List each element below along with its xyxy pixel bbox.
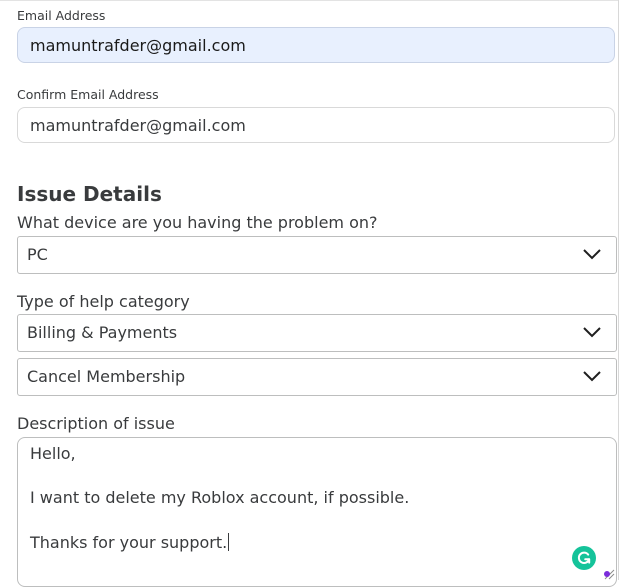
chevron-down-icon bbox=[583, 327, 601, 338]
device-question-label: What device are you having the problem o… bbox=[17, 213, 378, 232]
description-textarea[interactable]: Hello, I want to delete my Roblox accoun… bbox=[17, 437, 617, 587]
device-select[interactable]: PC bbox=[17, 236, 617, 274]
description-label: Description of issue bbox=[17, 414, 175, 433]
grammarly-icon[interactable] bbox=[572, 546, 596, 570]
top-divider bbox=[0, 0, 619, 1]
email-label: Email Address bbox=[17, 8, 106, 23]
description-line: Thanks for your support. bbox=[30, 533, 228, 552]
device-select-value: PC bbox=[27, 245, 48, 264]
description-line: Hello, bbox=[30, 444, 76, 463]
chevron-down-icon bbox=[583, 371, 601, 382]
confirm-email-input[interactable] bbox=[17, 107, 615, 143]
status-dot-icon bbox=[604, 571, 610, 577]
help-subcategory-select-value: Cancel Membership bbox=[27, 367, 186, 386]
chevron-down-icon bbox=[583, 249, 601, 260]
help-category-select[interactable]: Billing & Payments bbox=[17, 314, 617, 352]
description-line: I want to delete my Roblox account, if p… bbox=[30, 488, 410, 507]
help-category-label: Type of help category bbox=[17, 292, 190, 311]
description-line-with-caret: Thanks for your support. bbox=[30, 533, 230, 553]
email-input[interactable] bbox=[17, 27, 615, 63]
help-category-select-value: Billing & Payments bbox=[27, 323, 178, 342]
help-subcategory-select[interactable]: Cancel Membership bbox=[17, 358, 617, 396]
issue-details-heading: Issue Details bbox=[17, 182, 162, 206]
confirm-email-label: Confirm Email Address bbox=[17, 87, 159, 102]
text-caret bbox=[228, 533, 230, 551]
